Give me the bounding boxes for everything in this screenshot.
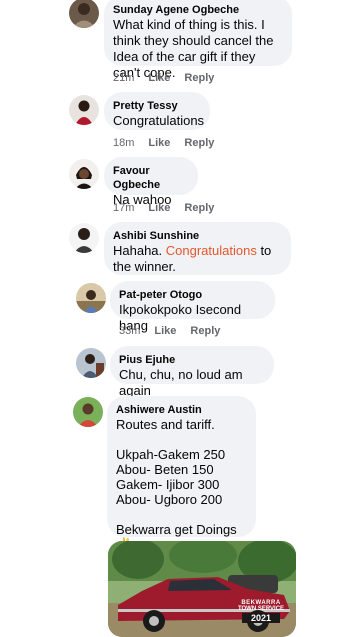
comment-author[interactable]: Ashiwere Austin <box>116 403 245 417</box>
like-button[interactable]: Like <box>148 71 170 85</box>
comment-time: 33m <box>119 325 141 337</box>
avatar[interactable] <box>73 397 103 427</box>
comment-author[interactable]: Pretty Tessy <box>113 99 199 113</box>
comment-bubble: Favour Ogbeche Na wahoo <box>104 157 198 207</box>
comment-actions: 33m Like Reply <box>119 324 234 338</box>
comment-bubble: Ashiwere Austin Routes and tariff. Ukpah… <box>107 396 256 552</box>
comment-author[interactable]: Pius Ejuhe <box>119 353 263 367</box>
comment-text: Congratulations <box>113 113 205 128</box>
like-button[interactable]: Like <box>148 201 170 215</box>
comment-author[interactable]: Ashibi Sunshine <box>113 229 280 243</box>
like-button[interactable]: Like <box>154 324 176 338</box>
highlighted-word[interactable]: Congratulations <box>166 243 257 258</box>
comment-text: Chu, chu, no loud am again <box>119 367 243 398</box>
avatar[interactable] <box>69 0 99 28</box>
photo-watermark: BEKWARRA TOWN SERVICE 2021 <box>234 600 288 623</box>
reply-button[interactable]: Reply <box>190 324 220 338</box>
avatar[interactable] <box>69 223 99 253</box>
watermark-year: 2021 <box>242 613 280 623</box>
comment-bubble: Ashibi Sunshine Hahaha. Congratulations … <box>104 222 291 275</box>
avatar[interactable] <box>69 159 99 189</box>
comment-author[interactable]: Pat-peter Otogo <box>119 288 264 302</box>
comment-author[interactable]: Favour Ogbeche <box>113 164 187 192</box>
comment-text: Routes and tariff. Ukpah-Gakem 250 Abou-… <box>116 417 237 552</box>
comment-time: 18m <box>113 137 135 149</box>
comment-author[interactable]: Sunday Agene Ogbeche <box>113 3 281 17</box>
comment-actions: 18m Like Reply <box>113 136 228 150</box>
comment-actions: 21m Like Reply <box>113 71 228 85</box>
comment-bubble: Pretty Tessy Congratulations <box>104 92 210 130</box>
reply-button[interactable]: Reply <box>184 136 214 150</box>
comment-text-start: Hahaha. <box>113 243 166 258</box>
comment-time: 21m <box>113 72 135 84</box>
comment-text: Hahaha. Congratulations to the winner. <box>113 243 280 275</box>
watermark-line-2: TOWN SERVICE <box>237 606 285 612</box>
comment-bubble: Pat-peter Otogo Ikpokokpoko Isecond hang <box>110 281 275 333</box>
attached-photo[interactable]: BEKWARRA TOWN SERVICE 2021 <box>108 541 296 637</box>
comment-time: 17m <box>113 202 135 214</box>
reply-button[interactable]: Reply <box>184 71 214 85</box>
avatar[interactable] <box>76 348 106 378</box>
comment-actions: 17m Like Reply <box>113 201 228 215</box>
like-button[interactable]: Like <box>148 136 170 150</box>
avatar[interactable] <box>69 95 99 125</box>
avatar[interactable] <box>76 283 106 313</box>
comment-bubble: Sunday Agene Ogbeche What kind of thing … <box>104 0 292 80</box>
comment-bubble: Pius Ejuhe Chu, chu, no loud am again <box>110 346 274 398</box>
reply-button[interactable]: Reply <box>184 201 214 215</box>
